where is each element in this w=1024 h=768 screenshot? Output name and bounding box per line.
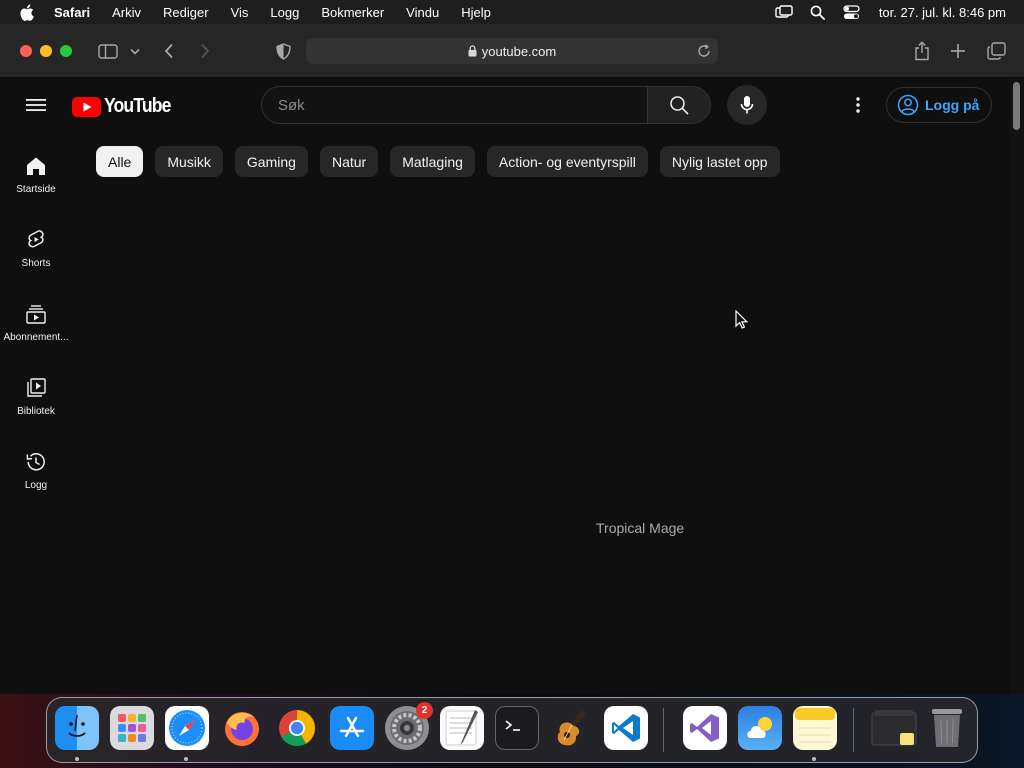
sign-in-label: Logg på	[925, 97, 980, 113]
nav-label-bibliotek: Bibliotek	[17, 406, 55, 417]
new-tab-icon[interactable]	[948, 41, 968, 61]
dock-separator	[663, 708, 664, 752]
trash-icon[interactable]	[925, 706, 969, 750]
menubar-clock[interactable]: tor. 27. jul. kl. 8:46 pm	[879, 5, 1006, 20]
vscode-icon[interactable]	[604, 706, 648, 750]
chrome-icon[interactable]	[275, 706, 319, 750]
menu-vis[interactable]: Vis	[231, 5, 249, 20]
nav-label-shorts: Shorts	[21, 258, 51, 269]
mouse-cursor-icon	[735, 309, 749, 334]
back-icon[interactable]	[160, 42, 178, 60]
running-indicator	[812, 757, 816, 761]
garageband-icon[interactable]	[550, 706, 594, 750]
forward-icon[interactable]	[196, 42, 214, 60]
minimize-window-button[interactable]	[40, 45, 52, 57]
zoom-window-button[interactable]	[60, 45, 72, 57]
settings-more-icon[interactable]	[848, 95, 868, 115]
reload-icon[interactable]	[696, 43, 712, 59]
system-settings-badge: 2	[416, 702, 433, 719]
chip-nylig-lastet-opp[interactable]: Nylig lastet opp	[659, 146, 780, 177]
finder-icon[interactable]	[55, 706, 99, 750]
chip-action-eventyrspill[interactable]: Action- og eventyrspill	[486, 146, 648, 177]
menu-hamburger-icon[interactable]	[26, 96, 46, 114]
chip-gaming[interactable]: Gaming	[234, 146, 308, 177]
lock-icon	[468, 45, 477, 57]
sign-in-button[interactable]: Logg på	[886, 87, 992, 123]
nav-item-logg[interactable]: Logg	[0, 450, 72, 491]
close-window-button[interactable]	[20, 45, 32, 57]
textedit-icon[interactable]	[440, 706, 484, 750]
downloads-stack-icon[interactable]	[870, 706, 918, 750]
youtube-logo-text: YouTube	[104, 95, 171, 117]
tab-overview-icon[interactable]	[985, 41, 1007, 61]
safari-icon[interactable]	[165, 706, 209, 750]
chip-natur[interactable]: Natur	[319, 146, 379, 177]
subscriptions-icon	[24, 302, 48, 326]
notes-icon[interactable]	[793, 706, 837, 750]
menu-bokmerker[interactable]: Bokmerker	[321, 5, 384, 20]
home-icon	[24, 154, 48, 178]
apple-icon[interactable]	[19, 4, 37, 21]
page-scrollbar-track[interactable]	[1010, 78, 1024, 694]
visual-studio-icon[interactable]	[683, 706, 727, 750]
nav-item-abonnementer[interactable]: Abonnement...	[0, 302, 72, 343]
menu-vindu[interactable]: Vindu	[406, 5, 439, 20]
control-center-icon[interactable]	[843, 3, 861, 21]
spotlight-search-icon[interactable]	[809, 3, 827, 21]
app-store-icon[interactable]	[330, 706, 374, 750]
search-box[interactable]	[261, 86, 647, 124]
chip-musikk[interactable]: Musikk	[155, 146, 223, 177]
terminal-icon[interactable]	[495, 706, 539, 750]
dock-separator	[853, 708, 854, 752]
search-input[interactable]	[278, 96, 647, 114]
screen: { "menubar": { "apple_icon": "apple-icon…	[0, 0, 1024, 768]
firefox-icon[interactable]	[220, 706, 264, 750]
running-indicator	[75, 757, 79, 761]
sidebar-toggle-icon[interactable]	[97, 42, 119, 60]
search-icon	[670, 96, 689, 115]
menu-bar: Safari Arkiv Rediger Vis Logg Bokmerker …	[0, 0, 1024, 24]
chevron-down-icon[interactable]	[128, 45, 142, 57]
chip-matlaging[interactable]: Matlaging	[390, 146, 475, 177]
share-icon[interactable]	[912, 40, 932, 62]
screen-mirroring-icon[interactable]	[775, 3, 793, 21]
nav-label-startside: Startside	[16, 184, 56, 195]
launchpad-icon[interactable]	[110, 706, 154, 750]
user-circle-icon	[897, 94, 919, 116]
voice-search-button[interactable]	[727, 85, 767, 125]
chip-alle[interactable]: Alle	[96, 146, 144, 177]
menu-logg[interactable]: Logg	[270, 5, 299, 20]
history-icon	[24, 450, 48, 474]
nav-item-shorts[interactable]: Shorts	[0, 228, 72, 269]
page-scrollbar-thumb[interactable]	[1013, 82, 1020, 130]
privacy-shield-icon[interactable]	[274, 42, 292, 60]
address-text: youtube.com	[481, 43, 557, 59]
youtube-play-icon	[72, 96, 101, 117]
content-text: Tropical Mage	[596, 520, 685, 536]
search-button[interactable]	[647, 86, 711, 124]
nav-label-logg: Logg	[24, 480, 48, 491]
running-indicator	[184, 757, 188, 761]
menu-rediger[interactable]: Rediger	[163, 5, 209, 20]
nav-item-startside[interactable]: Startside	[0, 154, 72, 195]
category-chips: Alle Musikk Gaming Natur Matlaging Actio…	[96, 146, 780, 177]
nav-item-bibliotek[interactable]: Bibliotek	[0, 376, 72, 417]
shorts-icon	[24, 228, 48, 252]
weather-icon[interactable]	[738, 706, 782, 750]
library-icon	[24, 376, 48, 400]
microphone-icon	[740, 96, 754, 114]
menu-arkiv[interactable]: Arkiv	[112, 5, 141, 20]
address-bar[interactable]: youtube.com	[306, 38, 718, 64]
menu-hjelp[interactable]: Hjelp	[461, 5, 491, 20]
menu-safari[interactable]: Safari	[54, 5, 90, 20]
nav-label-abonnementer: Abonnement...	[3, 332, 69, 343]
youtube-logo[interactable]: YouTube	[72, 95, 180, 118]
